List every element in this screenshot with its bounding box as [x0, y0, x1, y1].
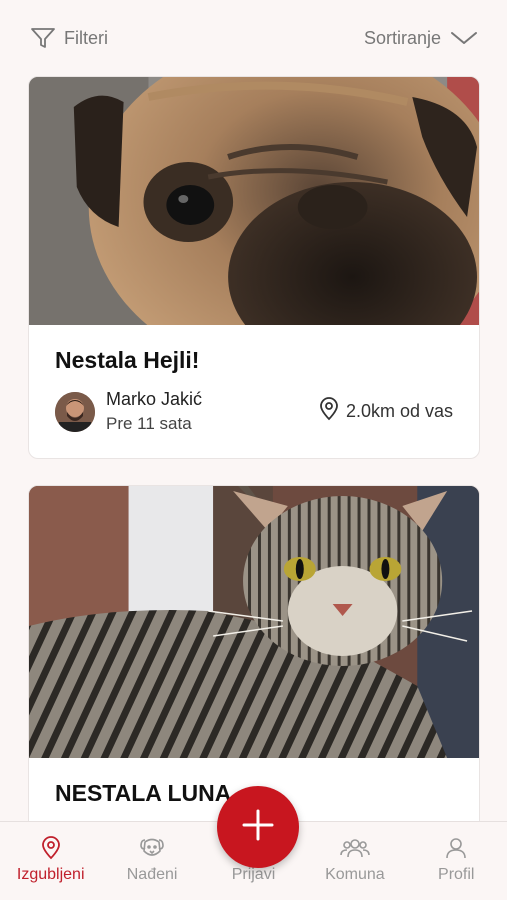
- post-card[interactable]: NESTALA LUNA: [28, 485, 480, 821]
- tab-label: Izgubljeni: [16, 866, 85, 883]
- tab-nadeni[interactable]: Nađeni: [101, 822, 202, 900]
- avatar[interactable]: [55, 391, 95, 432]
- distance-label: 2.0km od vas: [345, 401, 453, 421]
- community-icon: [340, 836, 370, 860]
- add-report-button[interactable]: [217, 786, 299, 868]
- dog-face-icon: [139, 836, 165, 860]
- post-author[interactable]: Marko Jakić Pre 11 sata: [55, 389, 202, 434]
- tab-label: Prijavi: [231, 866, 276, 883]
- tab-profil[interactable]: Profil: [406, 822, 507, 900]
- tabby-cat-photo: [29, 486, 479, 758]
- post-distance: 2.0km od vas: [318, 397, 453, 426]
- sort-label: Sortiranje: [363, 27, 441, 48]
- post-title: Nestala Hejli!: [55, 347, 200, 373]
- filter-icon: [30, 26, 56, 50]
- sort-button[interactable]: Sortiranje: [364, 28, 479, 49]
- tab-label: Nađeni: [126, 866, 178, 883]
- plus-icon: [241, 808, 275, 847]
- tab-izgubljeni[interactable]: Izgubljeni: [0, 822, 101, 900]
- author-name: Marko Jakić: [106, 389, 203, 409]
- pug-photo: [29, 77, 479, 325]
- chevron-down-icon: [449, 29, 479, 47]
- tab-komuna[interactable]: Komuna: [304, 822, 405, 900]
- tab-label: Profil: [438, 866, 475, 883]
- filters-label: Filteri: [64, 27, 108, 48]
- tab-label: Komuna: [325, 866, 385, 883]
- post-time: Pre 11 sata: [106, 414, 192, 433]
- top-bar: Filteri Sortiranje: [0, 0, 507, 76]
- user-icon: [444, 836, 468, 860]
- location-pin-icon: [318, 397, 340, 426]
- filters-button[interactable]: Filteri: [30, 26, 108, 50]
- location-pin-icon: [40, 836, 62, 860]
- post-card[interactable]: Nestala Hejli! Marko Jakić Pre 11 sata 2…: [28, 76, 480, 459]
- lost-pets-feed[interactable]: Nestala Hejli! Marko Jakić Pre 11 sata 2…: [28, 76, 480, 821]
